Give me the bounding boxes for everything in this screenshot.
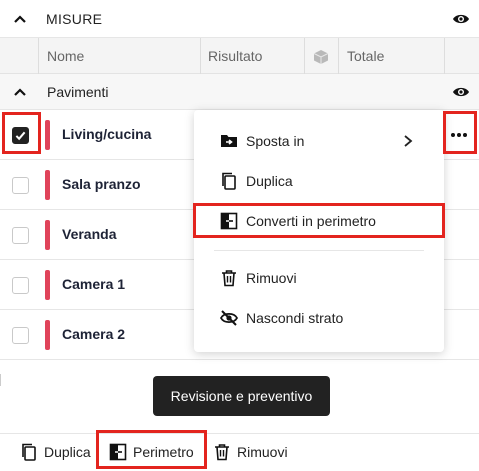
menu-divider bbox=[214, 250, 424, 251]
remove-label: Rimuovi bbox=[237, 444, 288, 460]
menu-item-convert-perimeter[interactable]: Converti in perimetro bbox=[194, 203, 444, 239]
convert-perimeter-icon bbox=[220, 212, 238, 230]
column-result[interactable]: Risultato bbox=[208, 38, 262, 74]
menu-item-duplicate[interactable]: Duplica bbox=[194, 163, 444, 199]
color-marker bbox=[45, 220, 50, 250]
row-label: Veranda bbox=[62, 226, 117, 242]
eye-off-icon bbox=[220, 310, 238, 326]
color-marker bbox=[45, 270, 50, 300]
check-icon bbox=[15, 131, 26, 141]
menu-item-label: Nascondi strato bbox=[246, 310, 344, 326]
row-checkbox[interactable] bbox=[12, 177, 29, 194]
color-marker bbox=[45, 170, 50, 200]
group-label: Pavimenti bbox=[47, 84, 109, 100]
column-divider bbox=[38, 38, 39, 74]
eye-icon[interactable] bbox=[452, 85, 470, 99]
duplicate-button[interactable]: Duplica bbox=[20, 434, 96, 470]
perimeter-button[interactable]: Perimetro bbox=[109, 434, 201, 470]
column-divider bbox=[338, 38, 339, 74]
column-name[interactable]: Nome bbox=[47, 38, 84, 74]
menu-item-label: Sposta in bbox=[246, 133, 305, 149]
chevron-right-icon bbox=[404, 135, 413, 147]
row-checkbox[interactable] bbox=[12, 227, 29, 244]
convert-perimeter-icon bbox=[109, 443, 127, 461]
group-row-floors[interactable]: Pavimenti bbox=[0, 74, 479, 110]
divider bbox=[0, 374, 3, 386]
column-header: Nome Risultato Totale bbox=[0, 38, 479, 74]
remove-button[interactable]: Rimuovi bbox=[213, 434, 293, 470]
menu-item-remove[interactable]: Rimuovi bbox=[194, 260, 444, 296]
color-marker bbox=[45, 120, 50, 150]
trash-icon bbox=[215, 444, 229, 461]
column-divider bbox=[304, 38, 305, 74]
section-header[interactable]: MISURE bbox=[0, 0, 479, 38]
row-label: Camera 1 bbox=[62, 276, 126, 292]
cube-icon bbox=[313, 50, 329, 64]
section-title: MISURE bbox=[46, 11, 103, 27]
column-divider bbox=[444, 38, 445, 74]
more-options-icon[interactable] bbox=[449, 126, 469, 144]
row-checkbox[interactable] bbox=[12, 127, 29, 144]
menu-item-hide-layer[interactable]: Nascondi strato bbox=[194, 300, 444, 336]
folder-move-icon bbox=[221, 135, 237, 147]
bottom-action-bar: Duplica Perimetro Rimuovi bbox=[0, 433, 479, 471]
row-checkbox[interactable] bbox=[12, 277, 29, 294]
measures-panel: MISURE Nome Risultato Totale Pavimenti L… bbox=[0, 0, 479, 471]
row-label: Living/cucina bbox=[62, 126, 152, 142]
eye-icon[interactable] bbox=[452, 12, 470, 26]
color-marker bbox=[45, 320, 50, 350]
chevron-up-icon[interactable] bbox=[12, 84, 28, 100]
row-label: Camera 2 bbox=[62, 326, 126, 342]
duplicate-label: Duplica bbox=[44, 444, 91, 460]
column-divider bbox=[200, 38, 201, 74]
menu-item-label: Duplica bbox=[246, 173, 293, 189]
menu-item-label: Converti in perimetro bbox=[246, 213, 376, 229]
column-total[interactable]: Totale bbox=[347, 38, 384, 74]
row-checkbox[interactable] bbox=[12, 327, 29, 344]
chevron-up-icon[interactable] bbox=[12, 11, 28, 27]
copy-icon bbox=[222, 172, 236, 190]
trash-icon bbox=[222, 270, 236, 287]
perimeter-label: Perimetro bbox=[133, 444, 194, 460]
review-estimate-button[interactable]: Revisione e preventivo bbox=[153, 376, 330, 416]
menu-item-label: Rimuovi bbox=[246, 270, 297, 286]
menu-item-move-to[interactable]: Sposta in bbox=[194, 123, 444, 159]
copy-icon bbox=[22, 443, 36, 461]
context-menu: Sposta in Duplica Converti in perimetro … bbox=[194, 110, 444, 352]
row-label: Sala pranzo bbox=[62, 176, 141, 192]
